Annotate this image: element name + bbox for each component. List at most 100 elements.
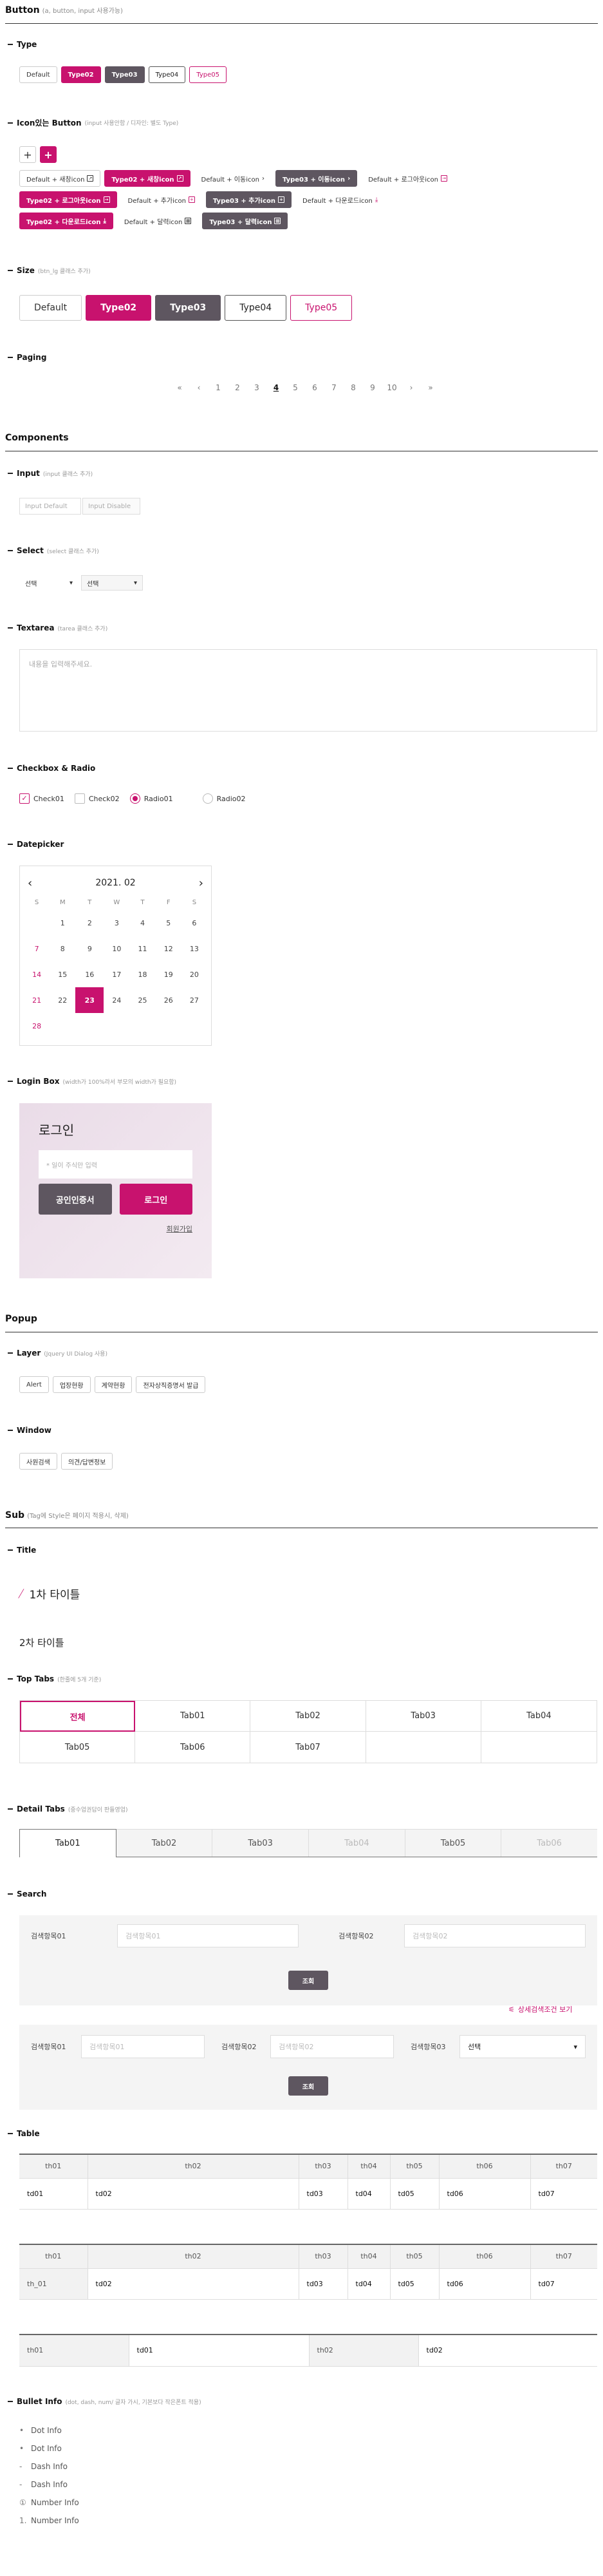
btn-type03-move[interactable]: Type03 + 이동icon › bbox=[275, 170, 358, 187]
tab-03[interactable]: Tab03 bbox=[366, 1701, 481, 1732]
calendar-day[interactable]: 5 bbox=[156, 910, 181, 936]
page-link[interactable]: 6 bbox=[305, 383, 324, 392]
btn-default[interactable]: Default bbox=[19, 66, 57, 83]
page-link[interactable]: 8 bbox=[344, 383, 363, 392]
calendar-day[interactable]: 23 bbox=[75, 987, 104, 1013]
checkbox-check01[interactable]: ✓ Check01 bbox=[19, 793, 64, 804]
tab-07[interactable]: Tab07 bbox=[250, 1732, 366, 1763]
join-link[interactable]: 회원가입 bbox=[39, 1224, 192, 1234]
layer-button-4[interactable]: 전자상직증명서 발급 bbox=[136, 1376, 206, 1393]
btn-type03[interactable]: Type03 bbox=[104, 66, 145, 83]
page-link[interactable]: 5 bbox=[286, 383, 305, 392]
select-2[interactable]: 선택 ▾ bbox=[81, 575, 143, 591]
calendar-day[interactable]: 4 bbox=[129, 910, 155, 936]
btn-default-move[interactable]: Default + 이동icon › bbox=[194, 170, 272, 187]
tab-06[interactable]: Tab06 bbox=[135, 1732, 251, 1763]
detail-tab-05[interactable]: Tab05 bbox=[405, 1829, 502, 1857]
layer-button-3[interactable]: 계약현황 bbox=[94, 1376, 133, 1393]
calendar-day[interactable]: 20 bbox=[181, 961, 207, 987]
page-link[interactable]: 10 bbox=[382, 383, 402, 392]
calendar-day[interactable]: 24 bbox=[104, 987, 129, 1013]
calendar-day[interactable]: 17 bbox=[104, 961, 129, 987]
tab-05[interactable]: Tab05 bbox=[20, 1732, 136, 1763]
calendar-day[interactable]: 11 bbox=[129, 936, 155, 961]
btn-default-add[interactable]: Default + 추가icon + bbox=[120, 191, 202, 208]
calendar-day[interactable]: 8 bbox=[50, 936, 75, 961]
btn-lg-type04[interactable]: Type04 bbox=[225, 295, 287, 321]
btn-type02-download[interactable]: Type02 + 다운로드icon ⤓ bbox=[19, 213, 113, 229]
login-button[interactable]: 로그인 bbox=[119, 1184, 192, 1215]
layer-button-2[interactable]: 업장현황 bbox=[52, 1376, 91, 1393]
radio-radio02[interactable]: Radio02 bbox=[202, 793, 246, 804]
page-current[interactable]: 4 bbox=[266, 383, 286, 392]
tab-04[interactable]: Tab04 bbox=[481, 1701, 597, 1732]
tab-01[interactable]: Tab01 bbox=[135, 1701, 251, 1732]
btn-default-download[interactable]: Default + 다운로드icon ⤓ bbox=[295, 191, 385, 208]
cert-button[interactable]: 공인인증서 bbox=[39, 1184, 112, 1215]
search-input-1[interactable]: 검색항목01 bbox=[81, 2035, 205, 2058]
calendar-day[interactable]: 7 bbox=[24, 936, 50, 961]
input-default[interactable]: Input Default bbox=[19, 498, 81, 515]
btn-type02-newwin[interactable]: Type02 + 새창icon ↗ bbox=[104, 170, 190, 187]
detail-tab-03[interactable]: Tab03 bbox=[212, 1829, 310, 1857]
btn-type02[interactable]: Type02 bbox=[60, 66, 101, 83]
calendar-day[interactable]: 25 bbox=[129, 987, 155, 1013]
prev-page-icon[interactable]: ‹ bbox=[189, 383, 209, 392]
page-link[interactable]: 1 bbox=[209, 383, 228, 392]
next-page-icon[interactable]: › bbox=[402, 383, 421, 392]
window-button-1[interactable]: 사원검색 bbox=[19, 1453, 57, 1470]
calendar-day[interactable]: 9 bbox=[75, 936, 104, 961]
select-1[interactable]: 선택 ▾ bbox=[19, 575, 79, 591]
calendar-day[interactable]: 16 bbox=[75, 961, 104, 987]
calendar-day[interactable]: 26 bbox=[156, 987, 181, 1013]
calendar-day[interactable]: 14 bbox=[24, 961, 50, 987]
calendar-day[interactable]: 13 bbox=[181, 936, 207, 961]
btn-type05[interactable]: Type05 bbox=[189, 66, 227, 83]
calendar-day[interactable]: 10 bbox=[104, 936, 129, 961]
btn-lg-default[interactable]: Default bbox=[19, 295, 82, 321]
detail-tab-02[interactable]: Tab02 bbox=[116, 1829, 213, 1857]
btn-lg-type05[interactable]: Type05 bbox=[290, 295, 353, 321]
tab-all[interactable]: 전체 bbox=[20, 1701, 136, 1732]
first-page-icon[interactable]: « bbox=[170, 383, 189, 392]
last-page-icon[interactable]: » bbox=[421, 383, 440, 392]
page-link[interactable]: 2 bbox=[228, 383, 247, 392]
calendar-day[interactable]: 27 bbox=[181, 987, 207, 1013]
btn-type02-logout[interactable]: Type02 + 로그아웃icon → bbox=[19, 191, 117, 208]
search-input-2[interactable]: 검색항목02 bbox=[404, 1924, 586, 1947]
calendar-day[interactable]: 1 bbox=[50, 910, 75, 936]
chevron-right-icon[interactable]: › bbox=[199, 876, 203, 890]
page-link[interactable]: 7 bbox=[324, 383, 344, 392]
login-id-input[interactable]: * 일이 주식만 입력 bbox=[39, 1150, 192, 1179]
calendar-day[interactable]: 19 bbox=[156, 961, 181, 987]
calendar-day[interactable]: 15 bbox=[50, 961, 75, 987]
alert-button[interactable]: Alert bbox=[19, 1376, 49, 1393]
btn-default-calendar[interactable]: Default + 달력icon ▦ bbox=[116, 213, 199, 229]
search-button[interactable]: 조회 bbox=[288, 2076, 328, 2096]
search-input-2[interactable]: 검색항목02 bbox=[270, 2035, 394, 2058]
btn-type04[interactable]: Type04 bbox=[148, 66, 186, 83]
plus-button-type02[interactable]: + bbox=[40, 146, 57, 163]
search-input-1[interactable]: 검색항목01 bbox=[117, 1924, 299, 1947]
search-button[interactable]: 조회 bbox=[288, 1971, 328, 1990]
window-button-2[interactable]: 의견/답변정보 bbox=[60, 1453, 113, 1470]
checkbox-check02[interactable]: Check02 bbox=[74, 793, 120, 804]
calendar-day[interactable]: 2 bbox=[75, 910, 104, 936]
btn-lg-type03[interactable]: Type03 bbox=[155, 295, 221, 321]
search-select-3[interactable]: 선택 ▾ bbox=[459, 2035, 586, 2058]
calendar-day[interactable]: 6 bbox=[181, 910, 207, 936]
textarea[interactable]: 내용을 입력해주세요. bbox=[19, 649, 597, 732]
btn-type03-calendar[interactable]: Type03 + 달력icon ▦ bbox=[202, 213, 288, 229]
radio-radio01[interactable]: Radio01 bbox=[129, 793, 173, 804]
calendar-day[interactable]: 12 bbox=[156, 936, 181, 961]
btn-default-newwin[interactable]: Default + 새창icon ↗ bbox=[19, 170, 101, 187]
plus-button[interactable]: + bbox=[19, 146, 36, 163]
calendar-day[interactable]: 28 bbox=[24, 1013, 50, 1039]
calendar-day[interactable]: 3 bbox=[104, 910, 129, 936]
tab-02[interactable]: Tab02 bbox=[250, 1701, 366, 1732]
detail-tab-01[interactable]: Tab01 bbox=[19, 1829, 116, 1857]
btn-type03-add[interactable]: Type03 + 추가icon + bbox=[205, 191, 292, 208]
btn-default-logout[interactable]: Default + 로그아웃icon → bbox=[361, 170, 454, 187]
page-link[interactable]: 9 bbox=[363, 383, 382, 392]
btn-lg-type02[interactable]: Type02 bbox=[86, 295, 152, 321]
